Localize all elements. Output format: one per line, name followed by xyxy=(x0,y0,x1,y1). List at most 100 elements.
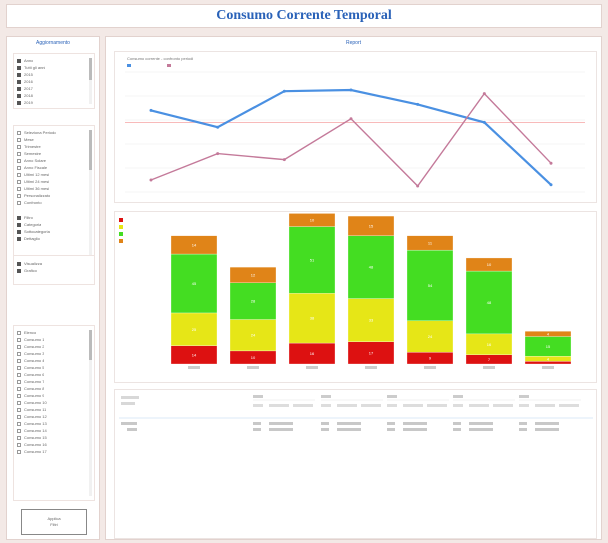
year-filter-label: 2015 xyxy=(24,72,33,77)
period-filter-list: Seleziona Periodo Mese Trimestre Semestre An… xyxy=(13,125,95,275)
items-filter-item[interactable]: Consumo 1 xyxy=(14,336,44,343)
items-filter-item[interactable]: Consumo 15 xyxy=(14,434,47,441)
period-filter-label: Ultimi 12 mesi xyxy=(24,172,50,177)
year-filter-item[interactable]: 2019 xyxy=(14,99,33,106)
checkbox-icon xyxy=(17,449,21,454)
items-filter-label: Consumo 17 xyxy=(24,449,47,454)
grid-col-header xyxy=(493,404,513,407)
items-filter-label: Elenco xyxy=(24,330,37,335)
year-filter-item[interactable]: Tutti gli anni xyxy=(14,64,45,71)
period-filter-item[interactable]: Trimestre xyxy=(14,143,41,150)
items-filter-item[interactable]: Consumo 17 xyxy=(14,448,47,455)
legend-swatch-series-2 xyxy=(167,64,171,67)
items-filter-item[interactable]: Consumo 12 xyxy=(14,413,47,420)
year-filter-item[interactable]: 2017 xyxy=(14,85,33,92)
grid-cell xyxy=(321,428,329,431)
period-filter-item[interactable]: Seleziona Periodo xyxy=(14,129,56,136)
year-list-scrollbar[interactable] xyxy=(89,58,92,104)
line-chart: Consumo corrente - confronto periodi xyxy=(114,51,597,203)
items-filter-item[interactable]: Consumo 13 xyxy=(14,420,47,427)
checkbox-icon xyxy=(17,130,21,135)
view-filter-item[interactable]: Grafico xyxy=(14,267,37,274)
period-filter-label: Anno Fiscale xyxy=(24,165,48,170)
data-point xyxy=(282,158,286,162)
period-filter-item[interactable]: Ultimi 12 mesi xyxy=(14,171,49,178)
grid-cell xyxy=(519,428,527,431)
data-point xyxy=(549,161,553,165)
grid-cell xyxy=(253,428,261,431)
bar-data-label: 45 xyxy=(192,281,197,286)
grid-col-header xyxy=(269,404,289,407)
items-filter-label: Consumo 14 xyxy=(24,428,47,433)
data-point xyxy=(349,88,353,92)
grid-col-header xyxy=(387,404,397,407)
checkbox-icon xyxy=(17,358,21,363)
year-filter-label: 2019 xyxy=(24,100,33,105)
items-filter-item[interactable]: Consumo 5 xyxy=(14,364,44,371)
items-filter-item[interactable]: Consumo 9 xyxy=(14,392,44,399)
period-filter-item[interactable]: Anno Fiscale xyxy=(14,164,47,171)
period-filter-item[interactable]: Confronto xyxy=(14,199,42,206)
items-filter-item[interactable]: Consumo 3 xyxy=(14,350,44,357)
grid-group-header xyxy=(253,395,263,398)
year-filter-item[interactable]: 2018 xyxy=(14,92,33,99)
period-filter-label: Trimestre xyxy=(24,144,41,149)
view-filter-item[interactable]: Visualizza xyxy=(14,260,42,267)
period-filter-label: Ultimi 24 mesi xyxy=(24,179,50,184)
year-filter-item[interactable]: 2016 xyxy=(14,78,33,85)
grid-cell xyxy=(269,422,293,425)
period-subfilter-item[interactable]: Filtro xyxy=(14,214,33,221)
report-panel: Report Consumo corrente - confronto peri… xyxy=(105,36,602,540)
grid-cell xyxy=(269,428,293,431)
grid-col-header xyxy=(427,404,447,407)
items-filter-item[interactable]: Consumo 8 xyxy=(14,385,44,392)
data-grid xyxy=(114,389,597,539)
period-filter-item[interactable]: Ultimi 36 mesi xyxy=(14,185,49,192)
period-list-scrollbar[interactable] xyxy=(89,130,92,270)
period-filter-item[interactable]: Mese xyxy=(14,136,34,143)
items-filter-item[interactable]: Consumo 7 xyxy=(14,378,44,385)
items-list-scrollbar[interactable] xyxy=(89,330,92,496)
items-filter-item[interactable]: Consumo 16 xyxy=(14,441,47,448)
grid-col-header xyxy=(321,404,331,407)
data-point xyxy=(282,89,286,93)
items-filter-item[interactable]: Consumo 2 xyxy=(14,343,44,350)
period-filter-item[interactable]: Anno Solare xyxy=(14,157,46,164)
checkbox-icon xyxy=(17,172,21,177)
category-tick-label xyxy=(247,366,259,369)
items-filter-item[interactable]: Consumo 6 xyxy=(14,371,44,378)
period-subfilter-item[interactable]: Sottocategoria xyxy=(14,228,50,235)
grid-group-header xyxy=(321,395,331,398)
items-filter-label: Consumo 1 xyxy=(24,337,45,342)
checkbox-checked-icon xyxy=(17,65,21,70)
year-filter-item[interactable]: 2015 xyxy=(14,71,33,78)
checkbox-icon xyxy=(17,200,21,205)
grid-group-header xyxy=(453,395,463,398)
data-point xyxy=(349,117,353,121)
year-filter-item[interactable]: Anno xyxy=(14,57,33,64)
items-filter-item[interactable]: Consumo 11 xyxy=(14,406,46,413)
checkbox-checked-icon xyxy=(17,261,21,266)
items-filter-label: Consumo 5 xyxy=(24,365,45,370)
grid-header-label xyxy=(121,396,139,399)
period-filter-label: Seleziona Periodo xyxy=(24,130,57,135)
apply-filters-button[interactable]: Applica Filtri xyxy=(21,509,87,535)
items-filter-item[interactable]: Elenco xyxy=(14,329,36,336)
checkbox-checked-icon xyxy=(17,93,21,98)
period-subfilter-item[interactable]: Dettaglio xyxy=(14,235,40,242)
items-filter-item[interactable]: Consumo 10 xyxy=(14,399,47,406)
items-filter-item[interactable]: Consumo 4 xyxy=(14,357,44,364)
grid-col-header xyxy=(469,404,489,407)
items-filter-item[interactable]: Consumo 14 xyxy=(14,427,47,434)
checkbox-checked-icon xyxy=(17,236,21,241)
period-filter-item[interactable]: Personalizzato xyxy=(14,192,50,199)
items-filter-label: Consumo 12 xyxy=(24,414,47,419)
period-filter-item[interactable]: Semestre xyxy=(14,150,41,157)
items-filter-list: Elenco Consumo 1 Consumo 2 Consumo 3 Consumo… xyxy=(13,325,95,501)
period-subfilter-item[interactable]: Categoria xyxy=(14,221,41,228)
checkbox-icon xyxy=(17,414,21,419)
bar-data-label: 24 xyxy=(428,334,433,339)
period-filter-item[interactable]: Ultimi 24 mesi xyxy=(14,178,49,185)
bar-data-label: 16 xyxy=(310,351,315,356)
grid-cell xyxy=(469,422,493,425)
